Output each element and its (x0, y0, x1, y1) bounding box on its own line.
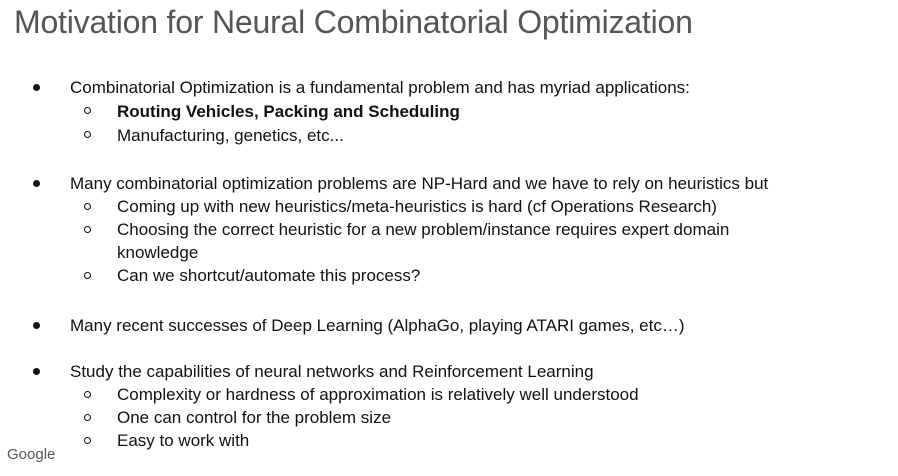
sub-bullet-text: Easy to work with (117, 431, 250, 450)
bullet-text: Many combinatorial optimization problems… (70, 174, 769, 193)
sub-bullet-text: Can we shortcut/automate this process? (117, 266, 421, 285)
sub-bullet-text: Routing Vehicles, Packing and Scheduling (117, 102, 460, 121)
sub-bullet-text: One can control for the problem size (117, 408, 392, 427)
bullet-dot (33, 84, 40, 91)
sub-bullet-circle (84, 226, 91, 233)
sub-bullet-text: Coming up with new heuristics/meta-heuri… (117, 197, 717, 216)
slide: Motivation for Neural Combinatorial Opti… (0, 0, 898, 476)
sub-bullet-circle (84, 437, 91, 444)
sub-bullet-text: Choosing the correct heuristic for a new… (117, 220, 730, 239)
sub-bullet-circle (84, 272, 91, 279)
google-logo: Google (7, 446, 56, 463)
sub-bullet-text-continued: knowledge (117, 243, 199, 262)
bullet-text: Study the capabilities of neural network… (70, 362, 594, 381)
bullet-dot (33, 368, 40, 375)
sub-bullet-circle (84, 107, 91, 114)
bullet-list: Combinatorial Optimization is a fundamen… (0, 0, 898, 476)
bullet-dot (33, 322, 40, 329)
bullet-text: Combinatorial Optimization is a fundamen… (70, 78, 690, 97)
sub-bullet-circle (84, 414, 91, 421)
sub-bullet-circle (84, 203, 91, 210)
sub-bullet-circle (84, 391, 91, 398)
bullet-dot (33, 180, 40, 187)
sub-bullet-circle (84, 131, 91, 138)
sub-bullet-text: Manufacturing, genetics, etc... (117, 126, 344, 145)
sub-bullet-text: Complexity or hardness of approximation … (117, 385, 639, 404)
bullet-text: Many recent successes of Deep Learning (… (70, 316, 685, 335)
